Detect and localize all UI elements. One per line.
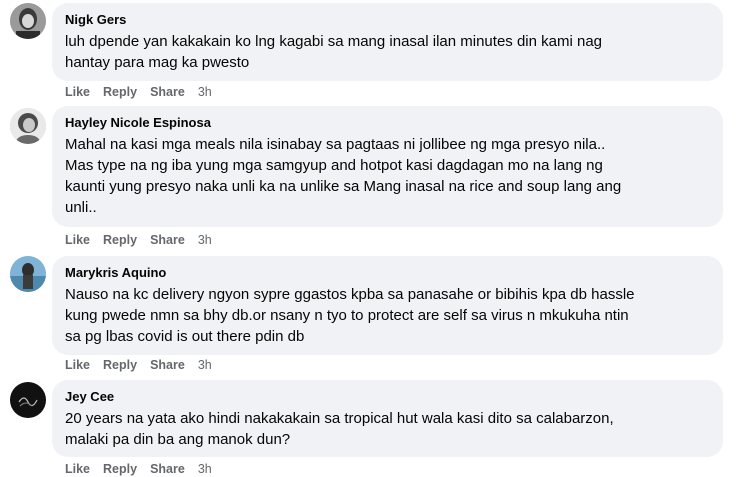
like-button[interactable]: Like: [65, 461, 90, 477]
like-button[interactable]: Like: [65, 232, 90, 248]
comment-text-line: sa pg lbas covid is out there pdin db: [65, 328, 305, 345]
comment-actions: Like Reply Share 3h: [65, 232, 212, 248]
comment-text: Mahal na kasi mga meals nila isinabay sa…: [65, 134, 711, 218]
avatar[interactable]: [10, 3, 46, 39]
reply-button[interactable]: Reply: [103, 232, 137, 248]
comment-text: Nauso na kc delivery ngyon sypre ggastos…: [65, 284, 711, 347]
comment-bubble: Jey Cee 20 years na yata ako hindi nakak…: [52, 380, 723, 457]
comment-text-line: hantay para mag ka pwesto: [65, 54, 250, 71]
comment-author[interactable]: Marykris Aquino: [65, 265, 711, 281]
profile-photo-icon: [10, 108, 46, 144]
comment-actions: Like Reply Share 3h: [65, 84, 212, 100]
comment-timestamp[interactable]: 3h: [198, 461, 212, 477]
comment-text-line: kaunti yung presyo naka unli ka na unlik…: [65, 178, 622, 195]
comment-author[interactable]: Jey Cee: [65, 389, 711, 405]
comment-bubble: Hayley Nicole Espinosa Mahal na kasi mga…: [52, 106, 723, 227]
avatar[interactable]: [10, 256, 46, 292]
share-button[interactable]: Share: [150, 357, 185, 373]
comment-timestamp[interactable]: 3h: [198, 84, 212, 100]
reply-button[interactable]: Reply: [103, 461, 137, 477]
comment-text-line: Mahal na kasi mga meals nila isinabay sa…: [65, 136, 606, 153]
share-button[interactable]: Share: [150, 84, 185, 100]
comment-author[interactable]: Hayley Nicole Espinosa: [65, 115, 711, 131]
comment-text: 20 years na yata ako hindi nakakakain sa…: [65, 408, 711, 450]
comment-timestamp[interactable]: 3h: [198, 357, 212, 373]
reply-button[interactable]: Reply: [103, 357, 137, 373]
profile-photo-icon: [10, 382, 46, 418]
share-button[interactable]: Share: [150, 461, 185, 477]
comment-actions: Like Reply Share 3h: [65, 461, 212, 477]
comment-text-line: Nauso na kc delivery ngyon sypre ggastos…: [65, 286, 635, 303]
comment-timestamp[interactable]: 3h: [198, 232, 212, 248]
comment-text-line: 20 years na yata ako hindi nakakakain sa…: [65, 410, 614, 427]
reply-button[interactable]: Reply: [103, 84, 137, 100]
comment-bubble: Nigk Gers luh dpende yan kakakain ko lng…: [52, 3, 723, 81]
share-button[interactable]: Share: [150, 232, 185, 248]
comment-text-line: unli..: [65, 199, 97, 216]
profile-photo-icon: [10, 256, 46, 292]
comment-bubble: Marykris Aquino Nauso na kc delivery ngy…: [52, 256, 723, 355]
comment-text-line: malaki pa din ba ang manok dun?: [65, 431, 291, 448]
avatar[interactable]: [10, 382, 46, 418]
avatar[interactable]: [10, 108, 46, 144]
comment-text-line: Mas type na ng iba yung mga samgyup and …: [65, 157, 603, 174]
comment-text-line: kung pwede nmn sa bhy db.or nsany n tyo …: [65, 307, 629, 324]
comment-actions: Like Reply Share 3h: [65, 357, 212, 373]
like-button[interactable]: Like: [65, 357, 90, 373]
comment-text-line: luh dpende yan kakakain ko lng kagabi sa…: [65, 33, 603, 50]
comment-text: luh dpende yan kakakain ko lng kagabi sa…: [65, 31, 711, 73]
like-button[interactable]: Like: [65, 84, 90, 100]
profile-photo-icon: [10, 3, 46, 39]
comment-author[interactable]: Nigk Gers: [65, 12, 711, 28]
